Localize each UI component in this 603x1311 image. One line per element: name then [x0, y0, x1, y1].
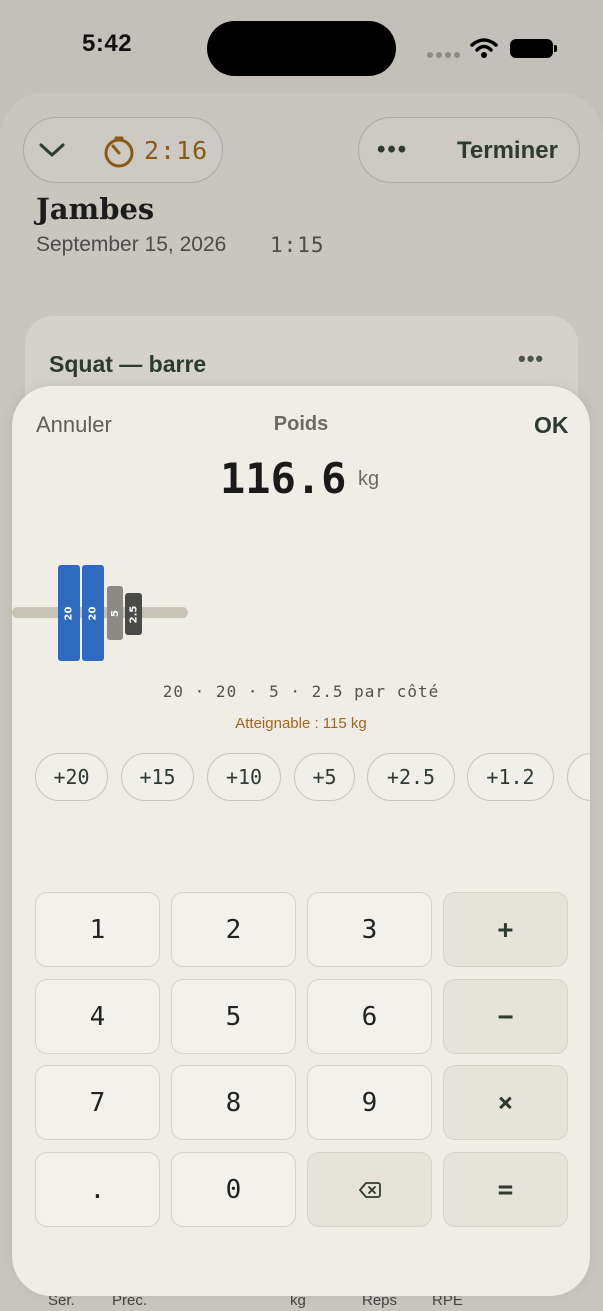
ok-button[interactable]: OK [534, 412, 569, 439]
increment-chip[interactable]: +1.2 [467, 753, 554, 801]
finish-button[interactable]: Terminer [457, 137, 558, 165]
increment-chips: +20 +15 +10 +5 +2.5 +1.2 B [35, 753, 590, 803]
increment-chip[interactable]: +2.5 [367, 753, 455, 801]
plate-label: 5 [109, 609, 121, 617]
cellular-signal-icon [427, 52, 460, 58]
key-7[interactable]: 7 [35, 1065, 160, 1140]
key-minus[interactable]: − [443, 979, 568, 1054]
increment-chip[interactable]: +15 [121, 753, 194, 801]
key-1[interactable]: 1 [35, 892, 160, 967]
key-4[interactable]: 4 [35, 979, 160, 1054]
plate-20-2: 20 [82, 565, 104, 661]
weight-sheet: Annuler Poids OK 116.6 kg 20 20 5 2.5 20… [12, 386, 590, 1296]
key-decimal[interactable]: . [35, 1152, 160, 1227]
chevron-down-icon[interactable] [38, 138, 66, 162]
reachable-weight: Atteignable : 115 kg [235, 715, 367, 732]
weight-unit: kg [358, 468, 380, 490]
key-multiply[interactable]: × [443, 1065, 568, 1140]
timer-icon [104, 136, 134, 168]
timer-pill[interactable]: 2:16 [23, 117, 223, 183]
exercise-more-icon[interactable]: ••• [518, 346, 544, 372]
backspace-icon [358, 1181, 381, 1198]
key-3[interactable]: 3 [307, 892, 432, 967]
plate-label: 20 [87, 606, 99, 620]
increment-chip[interactable]: +20 [35, 753, 108, 801]
increment-chip[interactable]: +5 [294, 753, 355, 801]
barbell-diagram: 20 20 5 2.5 [12, 556, 212, 666]
battery-icon [510, 39, 557, 58]
more-icon[interactable]: ••• [377, 136, 408, 164]
backspace-key[interactable] [307, 1152, 432, 1227]
key-0[interactable]: 0 [171, 1152, 296, 1227]
increment-chip[interactable]: +10 [207, 753, 281, 801]
plate-20-1: 20 [58, 565, 80, 661]
plate-5: 5 [107, 586, 123, 640]
key-8[interactable]: 8 [171, 1065, 296, 1140]
sheet-title: Poids [273, 413, 329, 435]
increment-chip[interactable]: B [567, 753, 590, 801]
key-plus[interactable]: + [443, 892, 568, 967]
workout-duration: 1:15 [270, 233, 325, 257]
exercise-name[interactable]: Squat — barre [49, 351, 206, 378]
key-5[interactable]: 5 [171, 979, 296, 1054]
status-bar: 5:42 [0, 0, 603, 95]
workout-date: September 15, 2026 [36, 233, 227, 256]
status-time: 5:42 [82, 30, 133, 57]
key-9[interactable]: 9 [307, 1065, 432, 1140]
actions-pill: ••• Terminer [358, 117, 580, 183]
plate-label: 20 [63, 606, 75, 620]
workout-title: Jambes [36, 192, 155, 226]
plates-per-side: 20 · 20 · 5 · 2.5 par côté [162, 682, 440, 701]
plate-2-5: 2.5 [125, 593, 142, 635]
weight-value: 116.6 [220, 454, 347, 503]
key-equals[interactable]: = [443, 1152, 568, 1227]
rest-timer[interactable]: 2:16 [144, 136, 208, 165]
dynamic-island [207, 21, 396, 76]
plate-label: 2.5 [128, 605, 139, 623]
key-2[interactable]: 2 [171, 892, 296, 967]
key-6[interactable]: 6 [307, 979, 432, 1054]
wifi-icon [470, 38, 498, 58]
